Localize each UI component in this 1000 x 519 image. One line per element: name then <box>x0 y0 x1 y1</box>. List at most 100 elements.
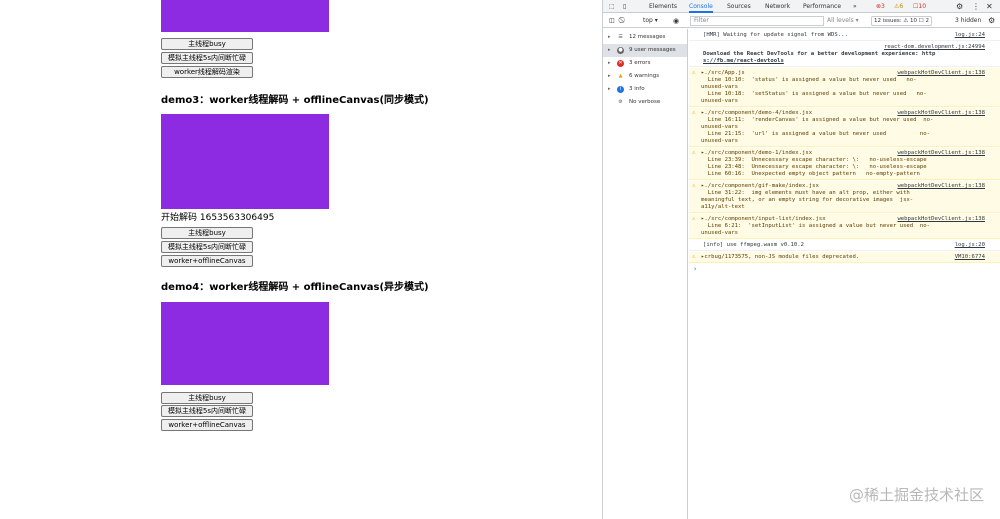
demo2-worker-decode-button[interactable]: worker线程解码渲染 <box>161 66 253 78</box>
message-line: unused-vars <box>701 124 739 130</box>
demo3-heading: demo3：worker线程解码 + offlineCanvas(同步模式) <box>161 95 429 106</box>
console-warning-message: ⚠ VM10:6774 ▸crbug/1173575, non-JS module … <box>689 252 1000 263</box>
settings-gear-icon[interactable]: ⚙ <box>956 0 963 13</box>
message-source-link[interactable]: webpackHotDevClient.js:138 <box>897 183 985 189</box>
console-log-message: react-dom.development.js:24994 Download t… <box>689 42 1000 67</box>
console-log-message: log.js:24 [HMR] Waiting for update signal… <box>689 30 1000 41</box>
issues-pill[interactable]: 12 issues: ⚠ 10 ☐ 2 <box>871 16 932 26</box>
message-line: Line 23:39: Unnecessary escape character… <box>701 157 927 163</box>
demo3-canvas <box>161 114 329 209</box>
sidebar-item-label: No verbose <box>629 99 661 105</box>
error-icon: ✕ <box>617 60 624 67</box>
message-line: Line 23:48: Unnecessary escape character… <box>701 164 927 170</box>
message-source-link[interactable]: log.js:20 <box>955 242 985 248</box>
warning-icon: ▲ <box>618 73 623 79</box>
tab-sources[interactable]: Sources <box>727 0 751 13</box>
message-line: unused-vars <box>701 98 739 104</box>
sidebar-toggle-icon[interactable]: ◫ <box>609 14 615 28</box>
console-sidebar: ▸ ☰ 12 messages ▸ ● 9 user messages ▸ ✕ … <box>603 29 688 519</box>
expand-arrow-icon: ▸ <box>608 86 611 92</box>
context-selector[interactable]: top ▾ <box>643 14 658 28</box>
message-source-link[interactable]: webpackHotDevClient.js:138 <box>897 110 985 116</box>
demo4-canvas <box>161 302 329 385</box>
tab-performance[interactable]: Performance <box>803 0 841 13</box>
warning-icon: ⚠ <box>692 109 696 116</box>
message-line: ▸./src/component/input-list/index.jsx <box>701 216 826 222</box>
more-tabs-icon[interactable]: » <box>853 0 857 13</box>
message-source-link[interactable]: VM10:6774 <box>955 254 985 260</box>
message-line: Line 6:21: 'setInputList' is assigned a … <box>701 223 931 229</box>
demo3-busy-button[interactable]: 主线程busy <box>161 227 253 239</box>
expand-arrow-icon: ▸ <box>608 47 611 53</box>
demo2-busy-button[interactable]: 主线程busy <box>161 38 253 50</box>
device-toggle-icon[interactable]: ▯ <box>623 0 626 13</box>
error-count-badge[interactable]: ⊗3 <box>876 0 885 13</box>
sidebar-item-user-messages[interactable]: ▸ ● 9 user messages <box>603 44 687 57</box>
message-source-link[interactable]: react-dom.development.js:24994 <box>884 44 985 50</box>
issues-count-badge[interactable]: ☐10 <box>913 0 926 13</box>
console-warning-message: ⚠ webpackHotDevClient.js:138 ▸./src/compon… <box>689 214 1000 239</box>
demo4-worker-offline-canvas-button[interactable]: worker+offlineCanvas <box>161 419 253 431</box>
warning-count-badge[interactable]: ⚠6 <box>894 0 903 13</box>
console-prompt[interactable]: › <box>693 265 697 273</box>
sidebar-item-info[interactable]: ▸ i 3 info <box>603 83 687 96</box>
log-levels-dropdown[interactable]: All levels ▾ <box>827 14 859 28</box>
tab-elements[interactable]: Elements <box>649 0 677 13</box>
message-line: a11y/alt-text <box>701 204 745 210</box>
message-source-link[interactable]: log.js:24 <box>955 32 985 38</box>
message-line: ▸./src/component/gif-make/index.jsx <box>701 183 819 189</box>
console-filter-input[interactable]: Filter <box>690 16 824 26</box>
demo4-heading: demo4：worker线程解码 + offlineCanvas(异步模式) <box>161 282 429 293</box>
console-warning-message: ⚠ webpackHotDevClient.js:138 ▸./src/compon… <box>689 148 1000 180</box>
message-line: unused-vars <box>701 84 739 90</box>
console-settings-gear-icon[interactable]: ⚙ <box>988 14 995 28</box>
demo4-busy-button[interactable]: 主线程busy <box>161 392 253 404</box>
message-line: Line 10:18: 'setStatus' is assigned a va… <box>701 91 927 97</box>
message-line: Line 21:15: 'url' is assigned a value bu… <box>701 131 931 137</box>
demo3-intermittent-busy-button[interactable]: 模拟主线程5s内间断忙碌 <box>161 241 253 253</box>
sidebar-item-label: 12 messages <box>629 34 666 40</box>
console-warning-message: ⚠ webpackHotDevClient.js:138 ▸./src/compon… <box>689 181 1000 213</box>
close-devtools-icon[interactable]: ✕ <box>986 0 993 13</box>
warning-icon: ⚠ <box>692 69 696 76</box>
sidebar-item-errors[interactable]: ▸ ✕ 3 errors <box>603 57 687 70</box>
tab-console[interactable]: Console <box>689 0 713 13</box>
user-icon: ● <box>617 47 624 54</box>
message-line: [info] use ffmpeg.wasm v0.10.2 <box>703 242 805 248</box>
devtools-panel: ⬚ ▯ Elements Console Sources Network Per… <box>602 0 1000 519</box>
demo2-intermittent-busy-button[interactable]: 模拟主线程5s内间断忙碌 <box>161 52 253 64</box>
sidebar-item-messages[interactable]: ▸ ☰ 12 messages <box>603 31 687 44</box>
message-line: ▸./src/component/demo-4/index.jsx <box>701 110 813 116</box>
message-line: [HMR] Waiting for update signal from WDS… <box>703 32 848 38</box>
info-icon: i <box>617 86 624 93</box>
demo4-intermittent-busy-button[interactable]: 模拟主线程5s内间断忙碌 <box>161 405 253 417</box>
message-line: ▸./src/App.js <box>701 70 745 76</box>
message-line: ▸./src/component/demo-1/index.jsx <box>701 150 813 156</box>
live-expression-eye-icon[interactable]: ◉ <box>673 14 679 28</box>
sidebar-item-verbose[interactable]: ⚙ No verbose <box>603 96 687 109</box>
message-source-link[interactable]: webpackHotDevClient.js:138 <box>897 150 985 156</box>
warning-icon: ⚠ <box>692 182 696 189</box>
demo3-status-text: 开始解码 1653563306495 <box>161 213 275 223</box>
console-warning-message: ⚠ webpackHotDevClient.js:138 ▸./src/compon… <box>689 108 1000 147</box>
console-messages: log.js:24 [HMR] Waiting for update signal… <box>689 29 1000 519</box>
sidebar-item-warnings[interactable]: ▸ ▲ 6 warnings <box>603 70 687 83</box>
message-line: meaningful text, or an empty string for … <box>701 197 914 203</box>
inspect-icon[interactable]: ⬚ <box>609 0 615 13</box>
watermark: @稀土掘金技术社区 <box>848 486 984 504</box>
message-line: s://fb.me/react-devtools <box>703 58 784 64</box>
message-source-link[interactable]: webpackHotDevClient.js:138 <box>897 70 985 76</box>
message-line: Download the React DevTools for a better… <box>703 51 936 57</box>
message-line: unused-vars <box>701 138 739 144</box>
demo-page: 主线程busy 模拟主线程5s内间断忙碌 worker线程解码渲染 demo3：… <box>0 0 602 519</box>
tab-network[interactable]: Network <box>765 0 790 13</box>
console-log-message: log.js:20 [info] use ffmpeg.wasm v0.10.2 <box>689 240 1000 251</box>
more-options-icon[interactable]: ⋮ <box>972 0 980 13</box>
message-line: Line 16:11: 'renderCanvas' is assigned a… <box>701 117 934 123</box>
expand-arrow-icon: ▸ <box>608 73 611 79</box>
message-source-link[interactable]: webpackHotDevClient.js:138 <box>897 216 985 222</box>
message-line: ▸crbug/1173575, non-JS module files depr… <box>701 254 860 260</box>
message-line: Line 60:16: Unexpected empty object patt… <box>701 171 920 177</box>
gear-icon: ⚙ <box>618 99 623 105</box>
demo3-worker-offline-canvas-button[interactable]: worker+offlineCanvas <box>161 255 253 267</box>
